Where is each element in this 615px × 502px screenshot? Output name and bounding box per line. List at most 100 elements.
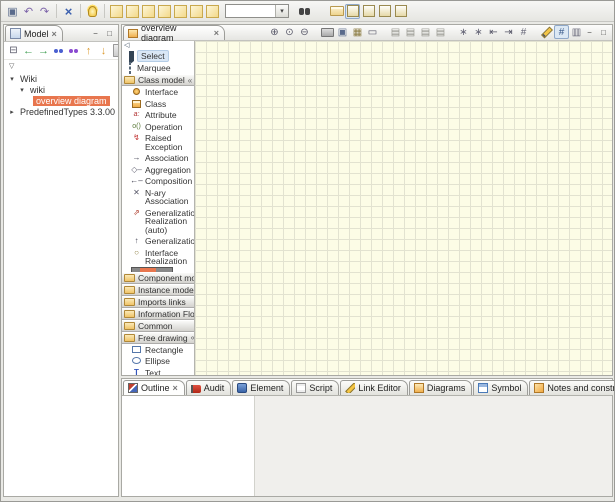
view-toggle-3-icon[interactable] [377, 4, 392, 19]
undo-icon[interactable]: ↶ [21, 4, 36, 19]
zoom-100-icon[interactable]: ⊙ [282, 25, 297, 39]
palette-section-instance-model[interactable]: Instance model [122, 284, 194, 296]
wizard-2-icon[interactable] [125, 4, 140, 19]
view-toggle-1-icon[interactable] [345, 4, 360, 19]
tab-script[interactable]: Script [291, 380, 339, 395]
tree-expander-icon[interactable]: ▸ [7, 108, 17, 116]
linked-selection-icon[interactable] [52, 44, 65, 57]
grid-visible-icon[interactable]: # [516, 25, 531, 39]
palette-item-composition[interactable]: ←–Composition [122, 175, 194, 187]
palette-section-imports-links[interactable]: Imports links [122, 296, 194, 308]
page-option-4-icon[interactable]: ▤ [433, 25, 448, 39]
tree-item-label[interactable]: wiki [27, 85, 48, 95]
tab-overview-diagram[interactable]: overview diagram × [123, 25, 225, 40]
minimize-button[interactable]: − [584, 27, 595, 37]
fit-height-icon[interactable]: ⇥ [501, 25, 516, 39]
tab-outline[interactable]: Outline× [123, 380, 185, 395]
audit-icon[interactable] [85, 4, 100, 19]
palette-section-information-flo-[interactable]: Information Flo... [122, 308, 194, 320]
palette-section-common[interactable]: Common [122, 320, 194, 332]
page-option-2-icon[interactable]: ▤ [403, 25, 418, 39]
snap-to-grid-icon[interactable]: # [554, 25, 569, 39]
palette-item-text[interactable]: TText [122, 367, 194, 376]
layout-2-icon[interactable]: ∗ [471, 25, 486, 39]
wizard-6-icon[interactable] [189, 4, 204, 19]
quick-search-combo[interactable]: ▾ [225, 4, 289, 18]
close-icon[interactable]: × [214, 28, 219, 38]
move-down-icon[interactable]: ↓ [97, 44, 110, 57]
close-icon[interactable]: × [173, 383, 178, 393]
view-menu-arrow[interactable]: ▽ [4, 60, 118, 71]
palette-item-attribute[interactable]: a:Attribute [122, 109, 194, 121]
tab-link-editor[interactable]: Link Editor [340, 380, 408, 395]
tab-symbol[interactable]: Symbol [473, 380, 528, 395]
layout-1-icon[interactable]: ∗ [456, 25, 471, 39]
show-labels-icon[interactable]: ▥ [569, 25, 584, 39]
save-image-icon[interactable]: ▣ [335, 25, 350, 39]
diagram-canvas[interactable] [195, 41, 612, 375]
wizard-7-icon[interactable] [205, 4, 220, 19]
page-option-1-icon[interactable]: ▤ [388, 25, 403, 39]
maximize-button[interactable]: □ [598, 27, 609, 37]
move-up-icon[interactable]: ↑ [82, 44, 95, 57]
palette-item-class[interactable]: Class [122, 98, 194, 110]
print-icon[interactable] [320, 25, 335, 39]
wizard-5-icon[interactable] [173, 4, 188, 19]
navigate-forward-icon[interactable]: → [37, 44, 50, 57]
palette-item-aggregation[interactable]: ◇–Aggregation [122, 164, 194, 176]
outline-minimap[interactable] [122, 396, 255, 496]
palette-item-interface[interactable]: ○Interface Realization [122, 247, 194, 267]
collapse-chevron-icon[interactable]: « [191, 333, 194, 342]
chevron-down-icon[interactable]: ▾ [275, 5, 288, 17]
wizard-4-icon[interactable] [157, 4, 172, 19]
palette-item-ellipse[interactable]: Ellipse [122, 355, 194, 367]
view-toggle-2-icon[interactable] [361, 4, 376, 19]
palette-item-n-ary[interactable]: ✕N-ary Association [122, 187, 194, 207]
tree-item-label[interactable]: PredefinedTypes 3.3.00 [17, 107, 118, 117]
tab-audit[interactable]: Audit [186, 380, 232, 395]
collapse-chevron-icon[interactable]: « [188, 76, 192, 85]
page-option-3-icon[interactable]: ▤ [418, 25, 433, 39]
palette-section-free-drawing[interactable]: Free drawing« [122, 332, 194, 344]
view-toggle-4-icon[interactable] [393, 4, 408, 19]
tab-diagrams[interactable]: Diagrams [409, 380, 473, 395]
palette-section-class-model[interactable]: Class model« [122, 74, 194, 86]
wizard-3-icon[interactable] [141, 4, 156, 19]
tree-item-label[interactable]: Wiki [17, 74, 40, 84]
fit-to-content-icon[interactable]: ▭ [365, 25, 380, 39]
tab-model[interactable]: Model × [5, 25, 63, 41]
tree-expander-icon[interactable]: ▾ [7, 75, 17, 83]
properties-icon[interactable]: ▦ [350, 25, 365, 39]
tree-item-wiki[interactable]: ▾wiki [4, 84, 118, 95]
minimize-button[interactable]: − [90, 28, 101, 38]
close-icon[interactable]: × [52, 29, 57, 39]
palette-section-component-mo-[interactable]: Component mo... [122, 272, 194, 284]
tree-item-label[interactable]: overview diagram [33, 96, 110, 106]
save-icon[interactable]: ▣ [5, 4, 20, 19]
maximize-button[interactable]: □ [104, 28, 115, 38]
tree-item-predefinedtypes-3-3-00[interactable]: ▸PredefinedTypes 3.3.00 [4, 106, 118, 117]
wizard-1-icon[interactable] [109, 4, 124, 19]
tree-item-overview-diagram[interactable]: overview diagram [4, 95, 118, 106]
tab-notes-and-constraints[interactable]: Notes and constraints [529, 380, 615, 395]
palette-item-generalizatio-[interactable]: ⇗Generalizatio... Realization (auto) [122, 207, 194, 236]
format-painter-icon[interactable] [539, 25, 554, 39]
tab-element[interactable]: Element [232, 380, 290, 395]
redo-icon[interactable]: ↷ [37, 4, 52, 19]
collapse-all-icon[interactable]: ⊟ [7, 44, 20, 57]
clipped-action-icon[interactable] [112, 44, 118, 57]
tree-item-wiki[interactable]: ▾Wiki [4, 73, 118, 84]
configure-icon[interactable]: × [61, 4, 76, 19]
palette-item-operation[interactable]: o()Operation [122, 121, 194, 133]
palette-item-generalization[interactable]: ↑Generalization [122, 235, 194, 247]
palette-collapse-arrow[interactable]: ◁ [122, 41, 194, 50]
zoom-in-icon[interactable]: ⊕ [267, 25, 282, 39]
tree-expander-icon[interactable]: ▾ [17, 86, 27, 94]
zoom-out-icon[interactable]: ⊖ [297, 25, 312, 39]
palette-item-select[interactable]: Select [122, 50, 194, 62]
palette-item-rectangle[interactable]: Rectangle [122, 344, 194, 356]
related-elements-icon[interactable] [67, 44, 80, 57]
palette-item-interface[interactable]: Interface [122, 86, 194, 98]
search-icon[interactable] [294, 4, 309, 19]
palette-item-association[interactable]: →Association [122, 152, 194, 164]
